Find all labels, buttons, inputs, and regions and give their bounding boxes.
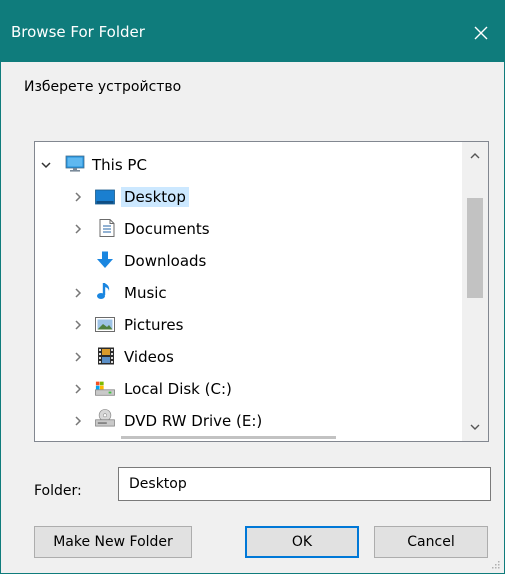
chevron-right-icon[interactable] — [71, 318, 85, 332]
pictures-icon — [95, 317, 115, 332]
close-button[interactable] — [458, 10, 504, 56]
browse-for-folder-dialog: Browse For Folder Изберете устройство Th… — [0, 0, 505, 574]
chevron-down-icon[interactable] — [39, 158, 53, 172]
tree-scrollbar[interactable] — [462, 142, 488, 441]
tree-item-label: Videos — [124, 348, 174, 366]
prompt-label: Изберете устройство — [24, 79, 182, 95]
tree-item-documents[interactable]: Documents — [35, 214, 462, 244]
chevron-right-icon[interactable] — [71, 190, 85, 204]
tree-item-label: Desktop — [121, 187, 189, 207]
tree-item-partial — [35, 436, 462, 441]
tree-item-downloads[interactable]: Downloads — [35, 246, 462, 276]
cancel-button[interactable]: Cancel — [374, 526, 488, 558]
tree-item-dvd-drive[interactable]: DVD RW Drive (E:) — [35, 406, 462, 436]
tree-item-label: This PC — [92, 156, 147, 174]
truncated-row-fragment — [121, 436, 336, 439]
ok-button[interactable]: OK — [245, 526, 359, 558]
resize-grip-icon[interactable] — [491, 560, 501, 570]
tree-item-label: DVD RW Drive (E:) — [124, 412, 263, 430]
chevron-right-icon[interactable] — [71, 286, 85, 300]
tree-item-label: Pictures — [124, 316, 184, 334]
computer-icon — [65, 155, 85, 172]
documents-icon — [99, 219, 115, 237]
window-title: Browse For Folder — [11, 23, 145, 41]
desktop-icon — [95, 189, 115, 205]
chevron-right-icon[interactable] — [71, 382, 85, 396]
tree-item-pictures[interactable]: Pictures — [35, 310, 462, 340]
title-bar[interactable]: Browse For Folder — [1, 0, 504, 62]
folder-label: Folder: — [34, 483, 82, 499]
videos-icon — [98, 347, 114, 365]
folder-input[interactable] — [118, 467, 491, 501]
tree-item-music[interactable]: Music — [35, 278, 462, 308]
tree-item-label: Local Disk (C:) — [124, 380, 232, 398]
chevron-right-icon[interactable] — [71, 350, 85, 364]
close-icon — [474, 26, 488, 40]
local-disk-icon — [95, 381, 115, 396]
folder-tree[interactable]: This PC Desktop Documents Downloads Musi… — [34, 141, 489, 442]
music-icon — [97, 283, 110, 299]
make-new-folder-button[interactable]: Make New Folder — [34, 526, 192, 558]
dvd-drive-icon — [95, 409, 115, 427]
scroll-thumb[interactable] — [467, 198, 483, 298]
chevron-right-icon[interactable] — [71, 222, 85, 236]
scroll-down-button[interactable] — [462, 413, 488, 441]
chevron-right-icon[interactable] — [71, 414, 85, 428]
chevron-up-icon — [470, 153, 480, 159]
tree-item-desktop[interactable]: Desktop — [35, 182, 462, 212]
tree-item-label: Music — [124, 284, 167, 302]
tree-item-this-pc[interactable]: This PC — [35, 150, 462, 180]
tree-item-local-disk[interactable]: Local Disk (C:) — [35, 374, 462, 404]
downloads-icon — [97, 251, 113, 268]
tree-item-label: Downloads — [124, 252, 207, 270]
tree-item-videos[interactable]: Videos — [35, 342, 462, 372]
tree-item-label: Documents — [124, 220, 210, 238]
tree-items: This PC Desktop Documents Downloads Musi… — [35, 142, 462, 441]
chevron-down-icon — [470, 424, 480, 430]
scroll-up-button[interactable] — [462, 142, 488, 170]
